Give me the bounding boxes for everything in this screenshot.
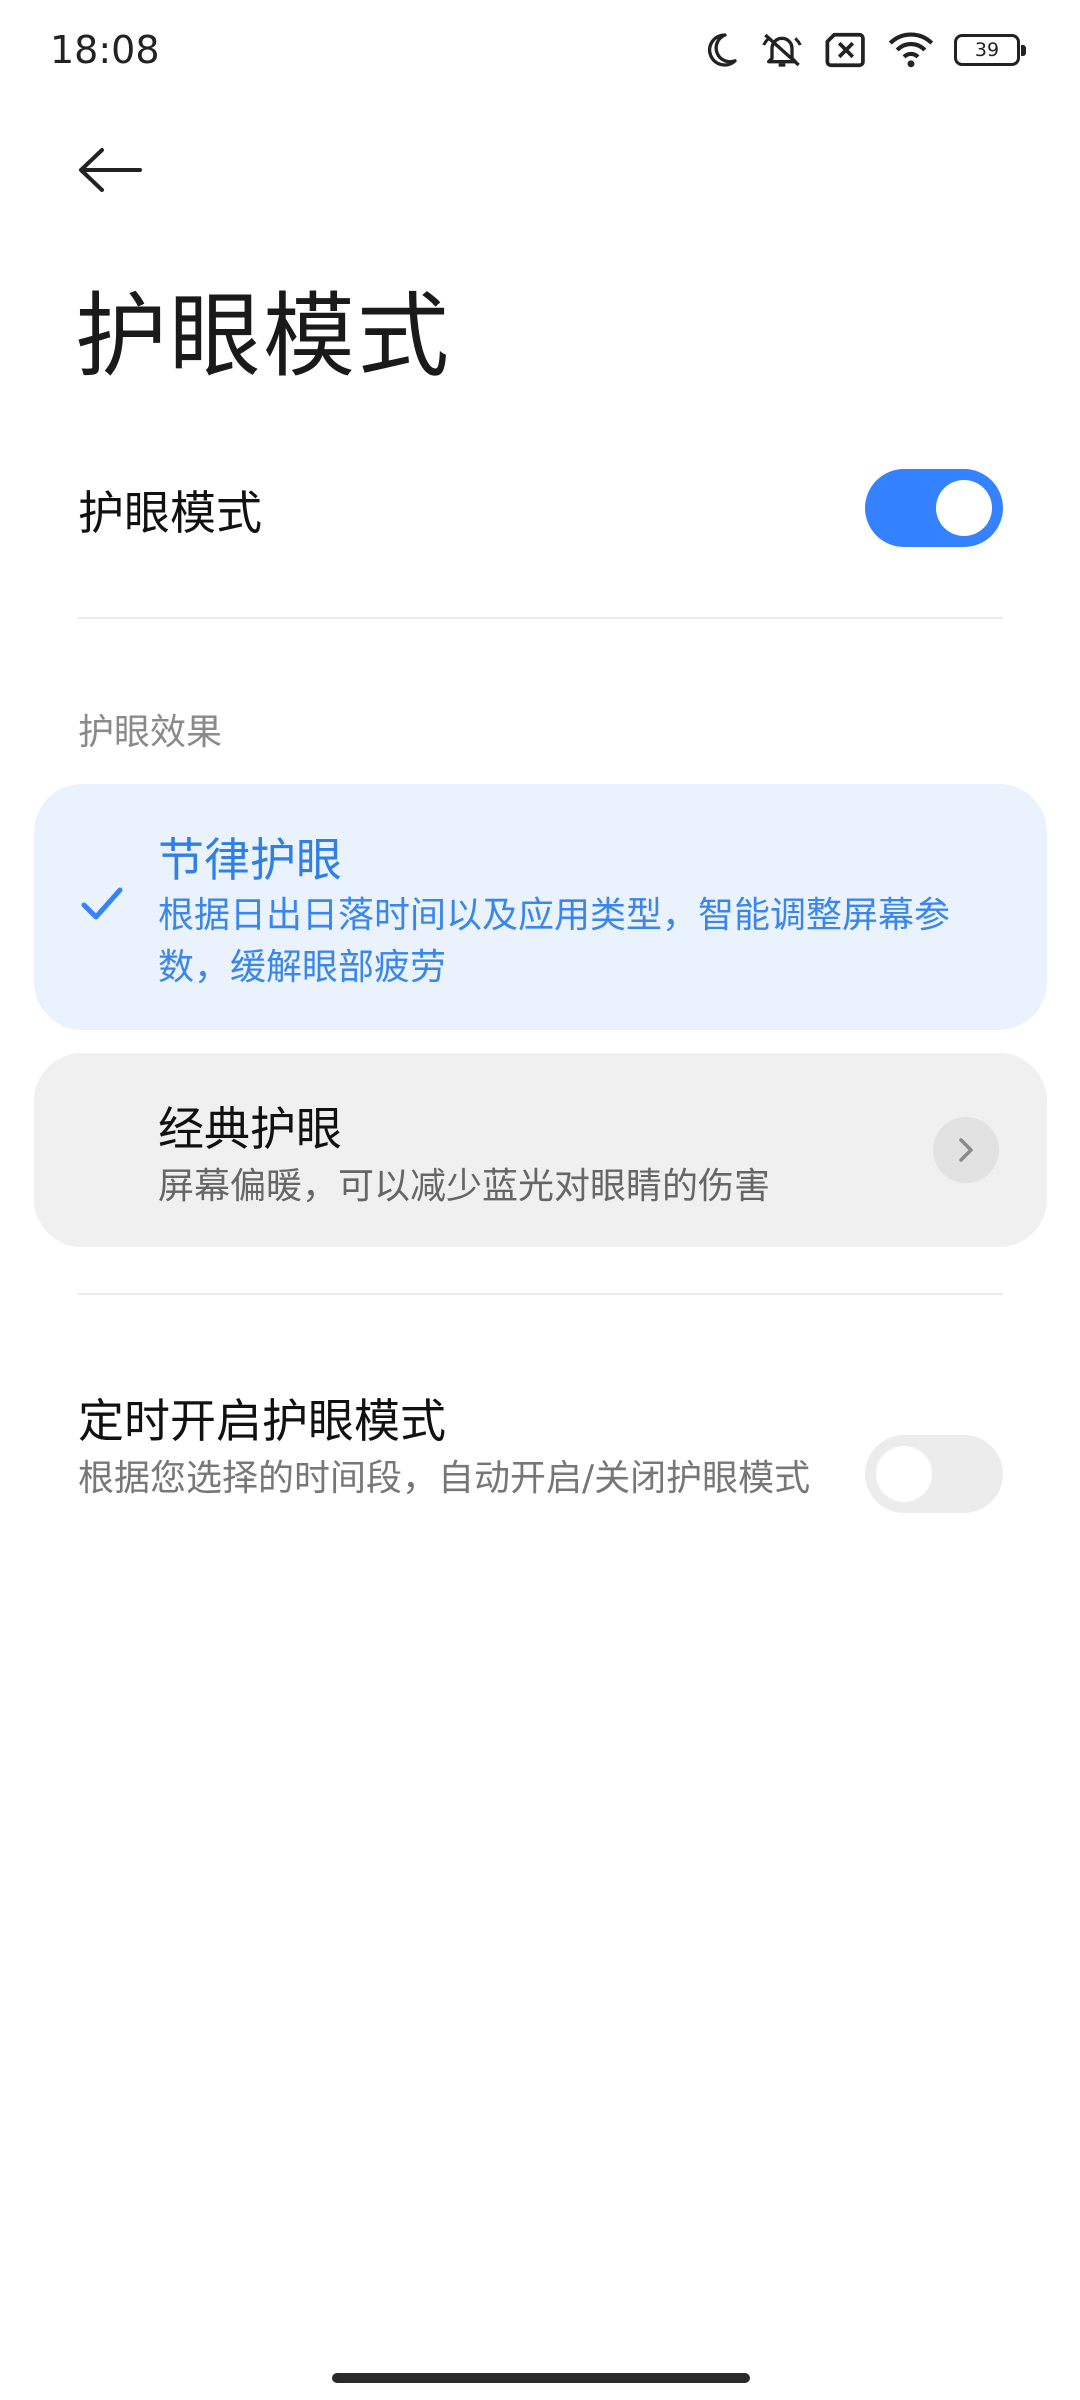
- option-description: 屏幕偏暖，可以减少蓝光对眼睛的伤害: [158, 1166, 771, 1207]
- wifi-icon: [888, 31, 934, 69]
- divider: [78, 617, 1003, 619]
- eye-care-toggle-label: 护眼模式: [78, 486, 262, 540]
- battery-icon: 39: [954, 34, 1026, 66]
- eye-care-toggle[interactable]: [865, 469, 1003, 547]
- arrow-left-icon: [79, 148, 142, 192]
- option-title: 经典护眼: [158, 1102, 342, 1156]
- muted-bell-icon: [760, 30, 804, 70]
- option-classic-eye-care[interactable]: 经典护眼 屏幕偏暖，可以减少蓝光对眼睛的伤害: [34, 1053, 1047, 1247]
- divider: [78, 1293, 1003, 1295]
- check-icon: [80, 884, 124, 928]
- page-title: 护眼模式: [75, 283, 452, 390]
- toggle-knob: [936, 480, 992, 536]
- no-sim-icon: [824, 31, 868, 69]
- eye-care-settings-screen: 18:08 39 护眼模式 护眼模式 护眼效果 节律护眼 根据日出日落时间以及应…: [0, 0, 1080, 2400]
- schedule-title: 定时开启护眼模式: [78, 1394, 446, 1448]
- option-detail-button[interactable]: [933, 1117, 999, 1183]
- option-rhythm-eye-care[interactable]: 节律护眼 根据日出日落时间以及应用类型，智能调整屏幕参数，缓解眼部疲劳: [34, 784, 1047, 1030]
- status-time: 18:08: [50, 28, 160, 72]
- schedule-description: 根据您选择的时间段，自动开启/关闭护眼模式: [78, 1458, 811, 1499]
- status-bar: 18:08 39: [0, 0, 1080, 110]
- schedule-toggle[interactable]: [865, 1435, 1003, 1513]
- back-button[interactable]: [70, 130, 150, 210]
- option-title: 节律护眼: [158, 833, 342, 887]
- schedule-toggle-row[interactable]: 定时开启护眼模式 根据您选择的时间段，自动开启/关闭护眼模式: [78, 1385, 1003, 1555]
- effects-section-label: 护眼效果: [78, 712, 223, 753]
- moon-icon: [700, 30, 740, 70]
- chevron-right-icon: [959, 1138, 973, 1162]
- eye-care-toggle-row[interactable]: 护眼模式: [78, 465, 1003, 550]
- status-icons: 39: [700, 30, 1026, 70]
- home-indicator[interactable]: [332, 2373, 750, 2383]
- option-description: 根据日出日落时间以及应用类型，智能调整屏幕参数，缓解眼部疲劳: [158, 895, 951, 988]
- toggle-knob: [876, 1446, 932, 1502]
